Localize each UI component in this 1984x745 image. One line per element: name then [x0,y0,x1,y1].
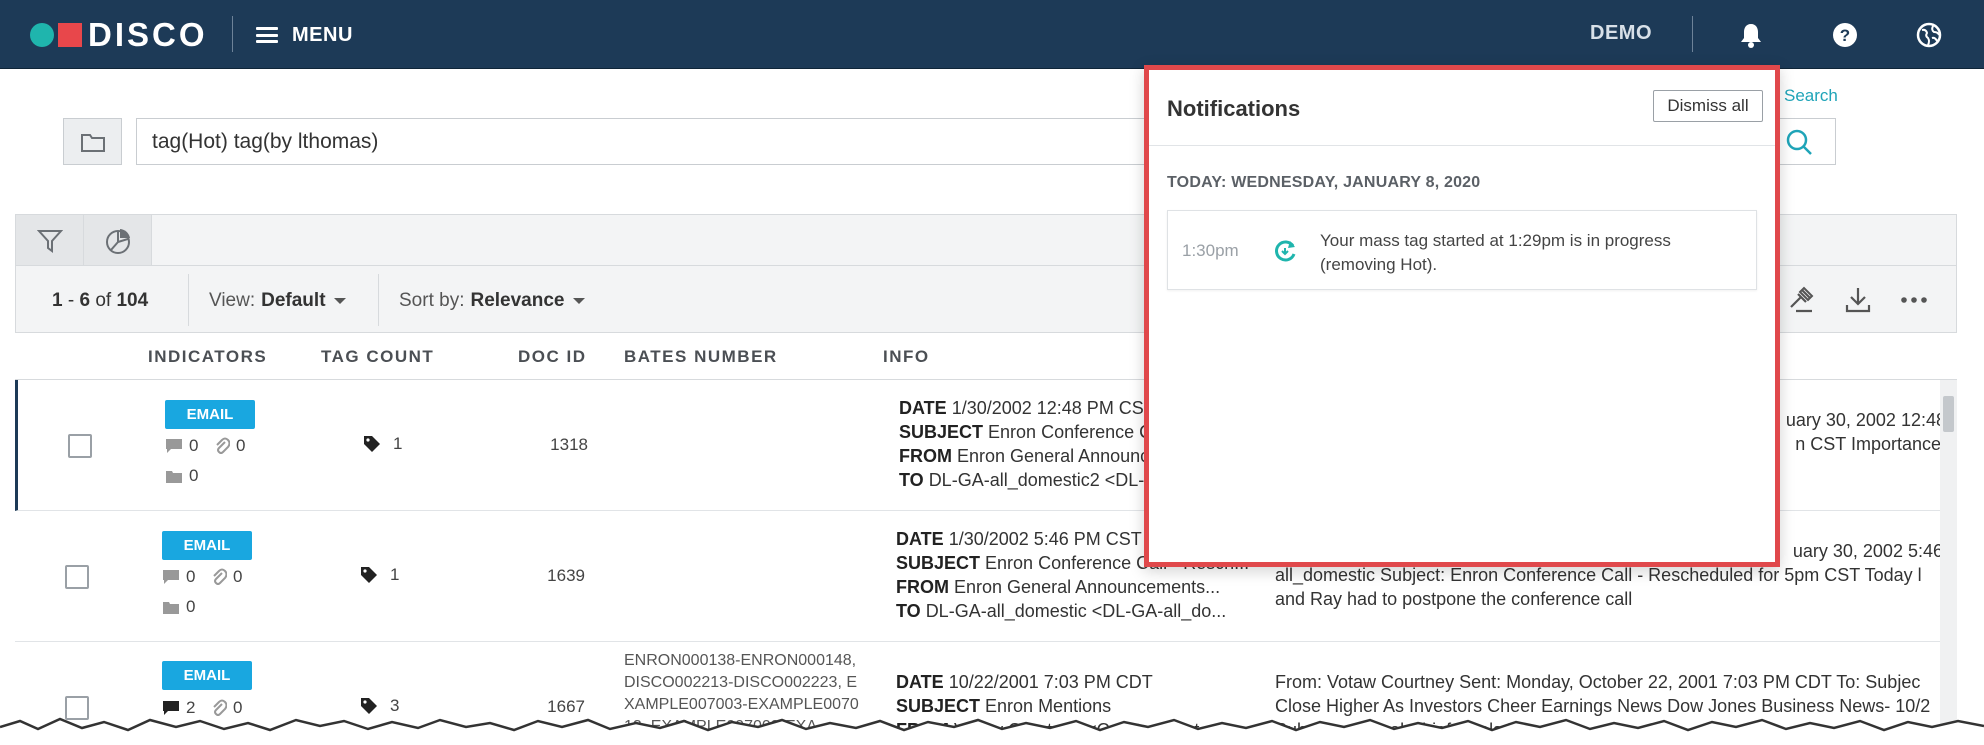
search-icon [1786,129,1812,155]
row-checkbox[interactable] [68,434,92,458]
top-nav: DISCO MENU DEMO ? [0,0,1984,69]
filter-tab[interactable] [16,215,84,266]
pie-chart-icon [105,228,130,254]
in-progress-icon [1275,240,1296,262]
notifications-header: Notifications Dismiss all [1149,70,1775,146]
notifications-date-header: TODAY: WEDNESDAY, JANUARY 8, 2020 [1167,174,1481,191]
col-doc-id[interactable]: DOC ID [518,347,587,367]
dismiss-all-button[interactable]: Dismiss all [1653,90,1763,122]
svg-text:?: ? [1840,26,1850,45]
workspace-name[interactable]: DEMO [1590,22,1652,45]
caret-down-icon [572,297,585,304]
search-button[interactable] [1776,122,1822,162]
result-count: 1 - 6 of 104 [52,290,149,311]
gavel-icon[interactable] [1782,280,1822,320]
comment-icon [163,701,179,715]
tag-icon [361,698,377,714]
separator [378,274,379,326]
notification-message: Your mass tag started at 1:29pm is in pr… [1320,231,1671,274]
folder-icon [80,133,105,152]
disco-logo[interactable]: DISCO [30,18,208,52]
notifications-panel: Notifications Dismiss all TODAY: WEDNESD… [1144,65,1780,567]
filter-icon [36,229,63,253]
sort-dropdown[interactable]: Sort by: Relevance [399,290,585,312]
view-dropdown[interactable]: View: Default [209,290,346,312]
attachment-count: 0 [211,567,242,587]
tag-count: 1 [363,434,402,454]
notifications-title: Notifications [1167,96,1301,121]
folder-icon [163,601,179,614]
folder-button[interactable] [63,118,122,165]
menu-label: MENU [292,23,353,46]
doc-id[interactable]: 1639 [525,566,585,586]
col-indicators[interactable]: INDICATORS [148,347,267,367]
download-icon[interactable] [1838,280,1878,320]
notification-time: 1:30pm [1182,241,1239,260]
folder-count: 0 [165,466,198,486]
logo-square [58,23,82,47]
folder-icon [166,470,182,483]
tag-icon [361,567,377,583]
paperclip-icon [216,437,230,454]
col-info[interactable]: INFO [883,347,930,367]
comment-count: 0 [162,567,195,587]
doc-id[interactable]: 1318 [528,435,588,455]
separator [188,274,189,326]
email-badge: EMAIL [165,400,255,429]
torn-edge [0,717,1984,745]
search-link[interactable]: Search [1784,86,1838,106]
notification-item[interactable]: 1:30pm Your mass tag started at 1:29pm i… [1167,210,1757,290]
globe-icon[interactable] [1914,20,1944,50]
tag-icon [364,436,380,452]
tag-count: 1 [360,565,399,585]
menu-button[interactable]: MENU [256,18,353,52]
logo-dot [30,23,54,47]
nav-divider [1692,16,1693,52]
analytics-tab[interactable] [84,215,152,266]
help-icon[interactable]: ? [1830,20,1860,50]
bell-icon[interactable] [1736,20,1766,50]
comment-icon [166,439,182,453]
hamburger-icon [256,27,278,43]
email-badge: EMAIL [162,661,252,690]
more-options-icon[interactable] [1894,280,1934,320]
comment-icon [163,570,179,584]
doc-id[interactable]: 1667 [525,697,585,717]
tag-count: 3 [360,696,399,716]
col-bates-number[interactable]: BATES NUMBER [624,347,778,367]
col-tag-count[interactable]: TAG COUNT [321,347,434,367]
comment-count: 0 [165,436,198,456]
scrollbar-thumb[interactable] [1943,396,1954,432]
attachment-count: 0 [214,436,245,456]
folder-count: 0 [162,597,195,617]
nav-divider [232,16,233,52]
paperclip-icon [213,568,227,585]
results-scrollbar[interactable] [1940,380,1957,745]
email-badge: EMAIL [162,531,252,560]
caret-down-icon [333,297,346,304]
logo-text: DISCO [88,16,208,53]
row-checkbox[interactable] [65,565,89,589]
